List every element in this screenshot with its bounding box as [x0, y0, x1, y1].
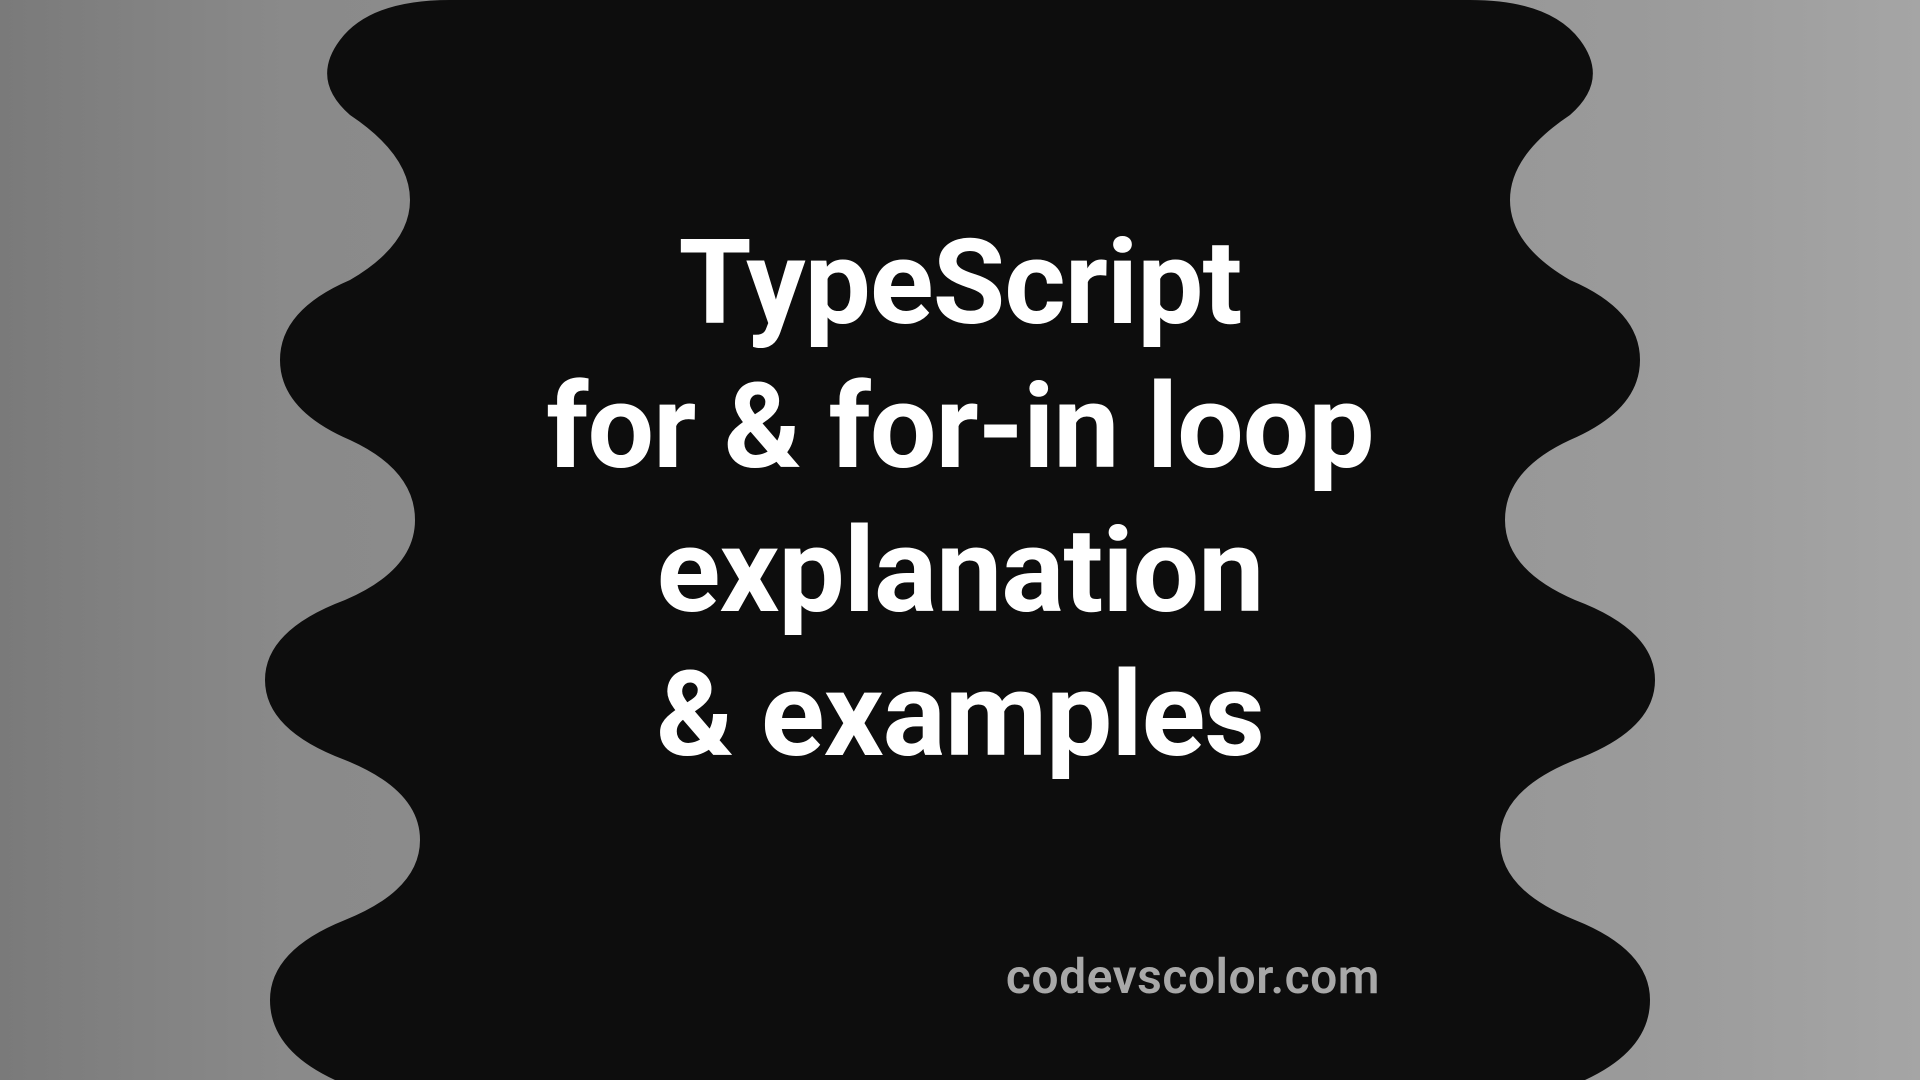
title-line-2: for & for-in loop [546, 356, 1373, 500]
title-line-4: & examples [546, 644, 1373, 788]
title-line-1: TypeScript [546, 212, 1373, 356]
content-area: TypeScript for & for-in loop explanation… [0, 0, 1920, 1080]
attribution-text: codevscolor.com [1006, 948, 1380, 1005]
main-title: TypeScript for & for-in loop explanation… [546, 212, 1373, 788]
title-line-3: explanation [546, 500, 1373, 644]
